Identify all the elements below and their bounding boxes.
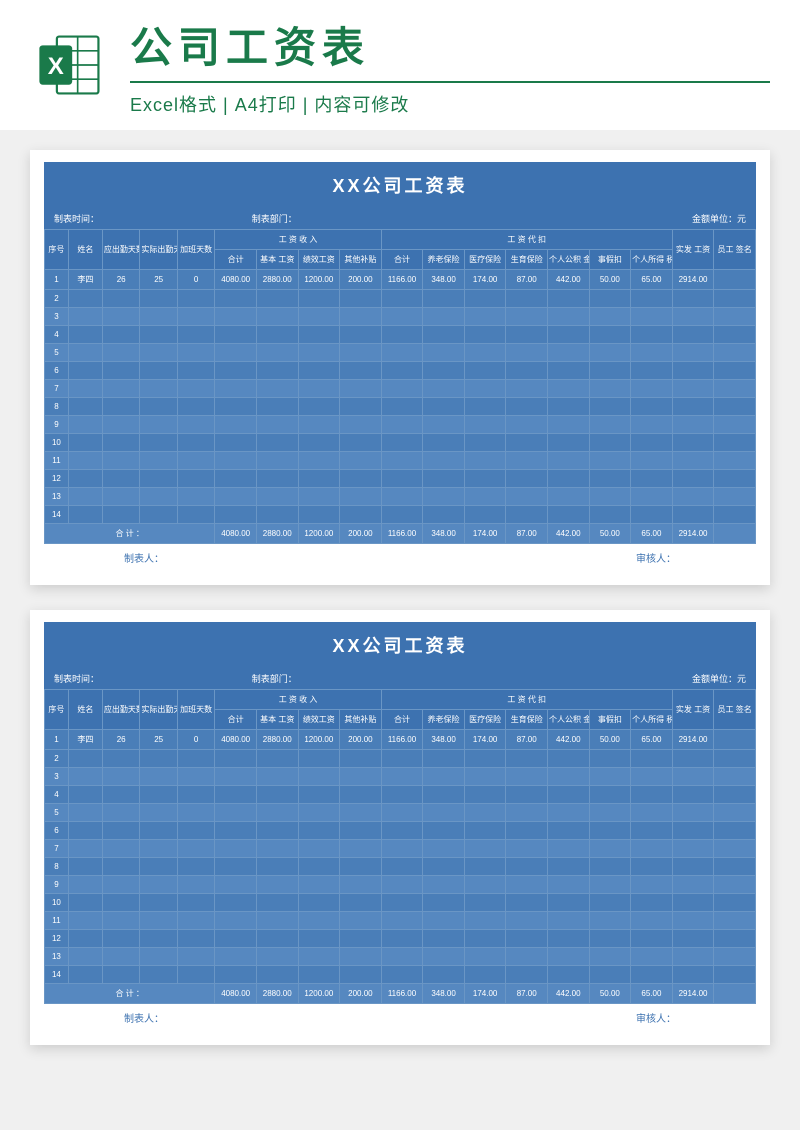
meta-time: 制表时间： (54, 672, 252, 685)
table-row: 14 (45, 966, 756, 984)
table-row: 14 (45, 506, 756, 524)
table-row: 10 (45, 434, 756, 452)
page-area: XX公司工资表 制表时间： 制表部门： 金额单位：元 序号姓名 应出勤天数实际出… (0, 130, 800, 1065)
table-row: 6 (45, 362, 756, 380)
table-row: 1李四26250 4080.002880.001200.00200.00 116… (45, 730, 756, 750)
table-row: 6 (45, 822, 756, 840)
sheet-card-2: XX公司工资表 制表时间： 制表部门： 金额单位：元 序号姓名 应出勤天数实际出… (30, 610, 770, 1045)
sheet-title: XX公司工资表 (44, 162, 756, 208)
table-row: 7 (45, 380, 756, 398)
footer-preparer: 制表人： (124, 1010, 164, 1025)
table-row: 12 (45, 470, 756, 488)
sum-row: 合 计 ： 4080.002880.001200.00200.00 1166.0… (45, 524, 756, 544)
table-row: 3 (45, 308, 756, 326)
meta-row: 制表时间： 制表部门： 金额单位：元 (44, 668, 756, 689)
meta-unit: 金额单位：元 (548, 212, 746, 225)
table-row: 12 (45, 930, 756, 948)
meta-row: 制表时间： 制表部门： 金额单位：元 (44, 208, 756, 229)
table-row: 13 (45, 488, 756, 506)
table-row: 3 (45, 768, 756, 786)
table-row: 9 (45, 416, 756, 434)
table-row: 1李四26250 4080.002880.001200.00200.00 116… (45, 270, 756, 290)
table-row: 5 (45, 344, 756, 362)
salary-table: 序号姓名 应出勤天数实际出勤天数加班天数 工 资 收 入 工 资 代 扣 实发 … (44, 689, 756, 1004)
table-row: 7 (45, 840, 756, 858)
table-row: 13 (45, 948, 756, 966)
footer-reviewer: 审核人： (636, 550, 676, 565)
svg-text:X: X (48, 53, 64, 80)
sheet-footer: 制表人： 审核人： (44, 1004, 756, 1025)
table-row: 4 (45, 326, 756, 344)
table-row: 2 (45, 750, 756, 768)
table-row: 11 (45, 452, 756, 470)
sheet-title: XX公司工资表 (44, 622, 756, 668)
table-row: 2 (45, 290, 756, 308)
sheet-card-1: XX公司工资表 制表时间： 制表部门： 金额单位：元 序号姓名 应出勤天数实际出… (30, 150, 770, 585)
salary-table: 序号姓名 应出勤天数实际出勤天数加班天数 工 资 收 入 工 资 代 扣 实发 … (44, 229, 756, 544)
sum-row: 合 计 ： 4080.002880.001200.00200.00 1166.0… (45, 984, 756, 1004)
sheet-footer: 制表人： 审核人： (44, 544, 756, 565)
template-header: X 公司工资表 Excel格式 | A4打印 | 内容可修改 (0, 0, 800, 130)
footer-preparer: 制表人： (124, 550, 164, 565)
footer-reviewer: 审核人： (636, 1010, 676, 1025)
table-row: 11 (45, 912, 756, 930)
table-row: 10 (45, 894, 756, 912)
divider (130, 81, 770, 83)
excel-icon: X (30, 25, 110, 105)
meta-time: 制表时间： (54, 212, 252, 225)
table-row: 8 (45, 858, 756, 876)
template-subtitle: Excel格式 | A4打印 | 内容可修改 (130, 91, 770, 117)
table-row: 8 (45, 398, 756, 416)
table-row: 4 (45, 786, 756, 804)
meta-unit: 金额单位：元 (548, 672, 746, 685)
meta-dept: 制表部门： (252, 672, 549, 685)
table-row: 9 (45, 876, 756, 894)
template-title: 公司工资表 (130, 14, 770, 75)
table-row: 5 (45, 804, 756, 822)
meta-dept: 制表部门： (252, 212, 549, 225)
